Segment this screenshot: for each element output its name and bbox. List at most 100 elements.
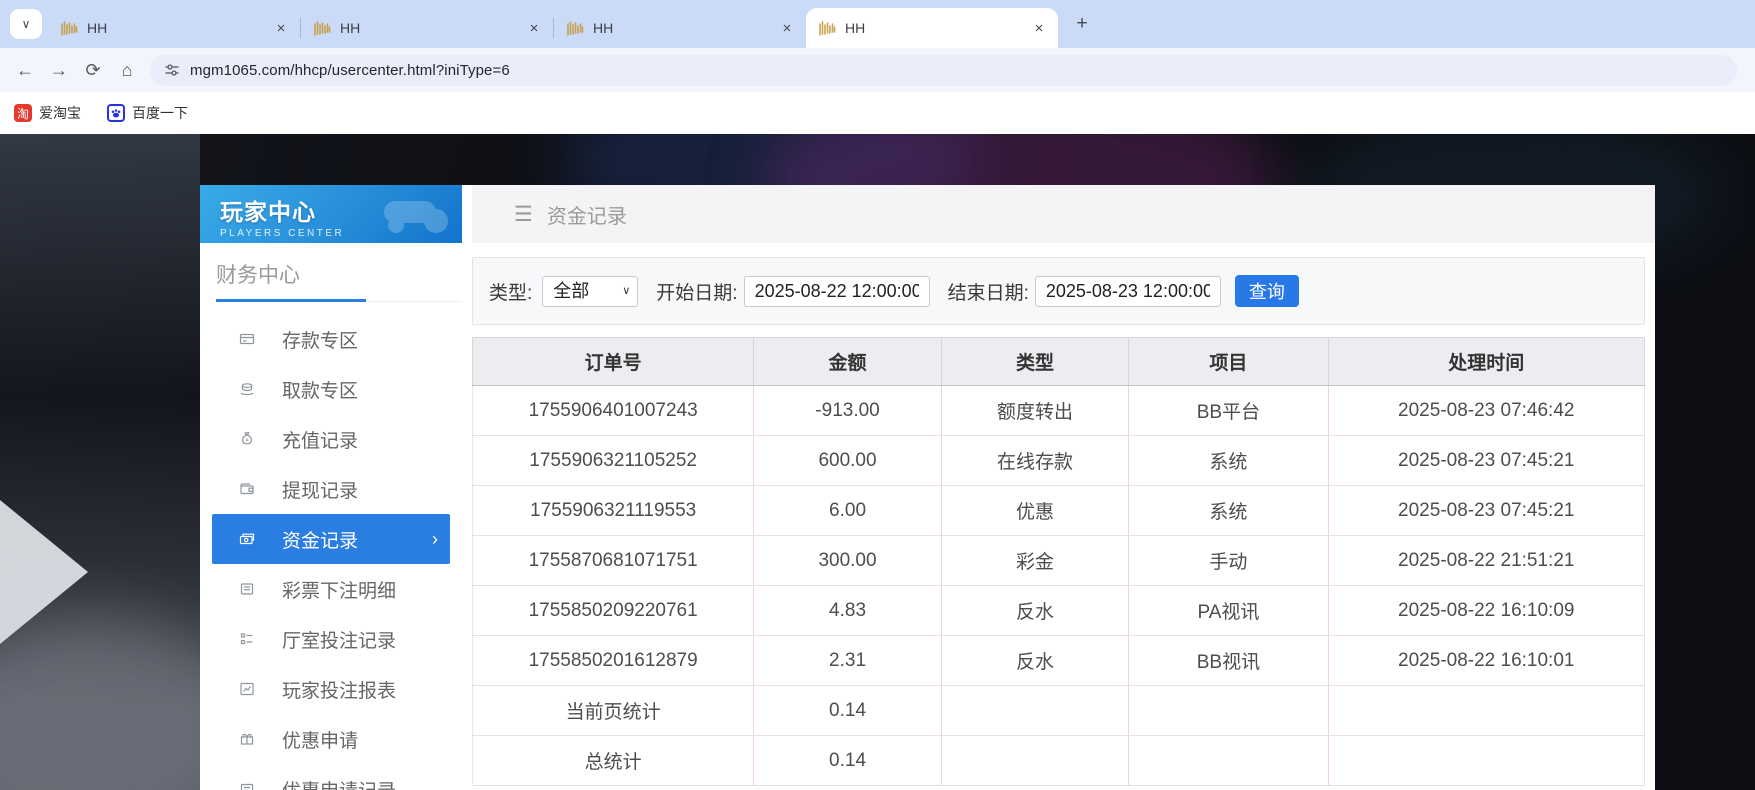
sidebar-item-label: 彩票下注明细 <box>282 576 396 603</box>
sidebar-item-label: 资金记录 <box>282 526 358 553</box>
back-button[interactable]: ← <box>8 53 42 87</box>
sidebar-item-withdrawal-records[interactable]: 提现记录 <box>200 464 462 514</box>
baidu-paw-icon <box>107 104 125 122</box>
sidebar-menu: 存款专区 取款专区 <box>200 314 462 790</box>
hamburger-menu-icon[interactable]: ☰ <box>514 202 533 227</box>
cell-process-time: 2025-08-22 21:51:21 <box>1328 536 1644 586</box>
taobao-icon: 淘 <box>14 104 32 122</box>
chart-icon <box>238 681 258 697</box>
end-date-input[interactable] <box>1035 276 1221 307</box>
sidebar-item-lottery-bet-details[interactable]: 彩票下注明细 <box>200 564 462 614</box>
url-text: mgm1065.com/hhcp/usercenter.html?iniType… <box>190 62 510 79</box>
cell-type <box>941 736 1129 786</box>
browser-tab-1[interactable]: HH × <box>48 8 300 48</box>
cell-item: 手动 <box>1129 536 1328 586</box>
sidebar-item-label: 提现记录 <box>282 476 358 503</box>
tab-search-button[interactable]: ∨ <box>10 9 42 39</box>
sidebar: 玩家中心 PLAYERS CENTER 财务中心 <box>200 185 462 790</box>
new-tab-button[interactable]: + <box>1068 10 1096 38</box>
bookmark-taobao[interactable]: 淘 爱淘宝 <box>14 103 81 123</box>
type-label: 类型: <box>489 278 532 305</box>
browser-tab-3[interactable]: HH × <box>554 8 806 48</box>
cell-process-time: 2025-08-23 07:46:42 <box>1328 386 1644 436</box>
main-content: ☰ 资金记录 类型: 全部 ∨ 开始日期: 结束日期: 查询 <box>462 185 1655 790</box>
cell-type <box>941 686 1129 736</box>
site-favicon <box>818 21 836 36</box>
site-settings-icon[interactable] <box>164 62 180 78</box>
cell-amount: 600.00 <box>754 436 942 486</box>
close-icon[interactable]: × <box>778 19 796 37</box>
sidebar-item-promo-application[interactable]: 优惠申请 <box>200 714 462 764</box>
header-type: 类型 <box>941 338 1129 386</box>
browser-tab-2[interactable]: HH × <box>301 8 553 48</box>
sidebar-item-label: 玩家投注报表 <box>282 676 396 703</box>
tab-title: HH <box>845 20 1030 36</box>
chevron-down-icon: ∨ <box>22 17 31 31</box>
cell-order-number: 1755906321105252 <box>473 436 754 486</box>
cell-grand-total-label: 总统计 <box>473 736 754 786</box>
table-row: 1755906321119553 6.00 优惠 系统 2025-08-23 0… <box>473 486 1645 536</box>
document-lines-icon <box>238 581 258 597</box>
table-row: 1755870681071751 300.00 彩金 手动 2025-08-22… <box>473 536 1645 586</box>
type-select[interactable]: 全部 <box>542 276 638 307</box>
home-button[interactable]: ⌂ <box>110 53 144 87</box>
cell-process-time <box>1328 686 1644 736</box>
player-center-panel: 玩家中心 PLAYERS CENTER 财务中心 <box>200 185 1655 790</box>
cell-item: BB视讯 <box>1129 636 1328 686</box>
close-icon[interactable]: × <box>1030 19 1048 37</box>
tab-title: HH <box>593 20 778 36</box>
sidebar-item-fund-records-active[interactable]: 资金记录 › <box>212 514 450 564</box>
header-amount: 金额 <box>754 338 942 386</box>
table-header-row: 订单号 金额 类型 项目 处理时间 <box>473 338 1645 386</box>
cash-icon <box>238 531 258 547</box>
cell-page-total-label: 当前页统计 <box>473 686 754 736</box>
cell-order-number: 1755850201612879 <box>473 636 754 686</box>
cell-process-time: 2025-08-22 16:10:01 <box>1328 636 1644 686</box>
cell-amount: 6.00 <box>754 486 942 536</box>
page-viewport: 玩家中心 PLAYERS CENTER 财务中心 <box>0 134 1755 790</box>
sidebar-item-deposit-zone[interactable]: 存款专区 <box>200 314 462 364</box>
cell-amount: 2.31 <box>754 636 942 686</box>
record-list-icon <box>238 781 258 790</box>
cell-process-time <box>1328 736 1644 786</box>
cell-type: 彩金 <box>941 536 1129 586</box>
cell-amount: 0.14 <box>754 736 942 786</box>
search-button[interactable]: 查询 <box>1235 275 1299 307</box>
cell-amount: 0.14 <box>754 686 942 736</box>
cell-amount: 300.00 <box>754 536 942 586</box>
cell-amount: 4.83 <box>754 586 942 636</box>
chevron-right-icon: › <box>432 529 438 550</box>
close-icon[interactable]: × <box>272 19 290 37</box>
wallet-icon <box>238 481 258 497</box>
sidebar-item-withdraw-zone[interactable]: 取款专区 <box>200 364 462 414</box>
sidebar-item-label: 优惠申请记录 <box>282 776 396 790</box>
cell-order-number: 1755850209220761 <box>473 586 754 636</box>
cell-item <box>1129 686 1328 736</box>
cell-order-number: 1755870681071751 <box>473 536 754 586</box>
start-date-label: 开始日期: <box>656 278 737 305</box>
browser-toolbar: ← → ⟳ ⌂ mgm1065.com/hhcp/usercenter.html… <box>0 48 1755 92</box>
cell-type: 反水 <box>941 636 1129 686</box>
main-header: ☰ 资金记录 <box>472 185 1655 243</box>
sidebar-item-hall-bet-records[interactable]: 厅室投注记录 <box>200 614 462 664</box>
sidebar-item-label: 取款专区 <box>282 376 358 403</box>
browser-tab-4-active[interactable]: HH × <box>806 8 1058 48</box>
close-icon[interactable]: × <box>525 19 543 37</box>
cell-order-number: 1755906321119553 <box>473 486 754 536</box>
sidebar-item-promo-application-records[interactable]: 优惠申请记录 <box>200 764 462 790</box>
table-row: 1755906321105252 600.00 在线存款 系统 2025-08-… <box>473 436 1645 486</box>
bookmark-baidu[interactable]: 百度一下 <box>107 103 188 123</box>
start-date-input[interactable] <box>744 276 930 307</box>
cell-item: 系统 <box>1129 486 1328 536</box>
sidebar-item-label: 优惠申请 <box>282 726 358 753</box>
sidebar-item-recharge-records[interactable]: ¥ 充值记录 <box>200 414 462 464</box>
cell-type: 在线存款 <box>941 436 1129 486</box>
gamepad-icon <box>378 191 452 242</box>
forward-button[interactable]: → <box>42 53 76 87</box>
reload-button[interactable]: ⟳ <box>76 53 110 87</box>
finance-center-section-title: 财务中心 <box>216 259 462 289</box>
withdraw-coins-icon <box>238 381 258 397</box>
address-bar[interactable]: mgm1065.com/hhcp/usercenter.html?iniType… <box>150 55 1737 86</box>
table-row-grand-total: 总统计 0.14 <box>473 736 1645 786</box>
sidebar-item-player-bet-report[interactable]: 玩家投注报表 <box>200 664 462 714</box>
